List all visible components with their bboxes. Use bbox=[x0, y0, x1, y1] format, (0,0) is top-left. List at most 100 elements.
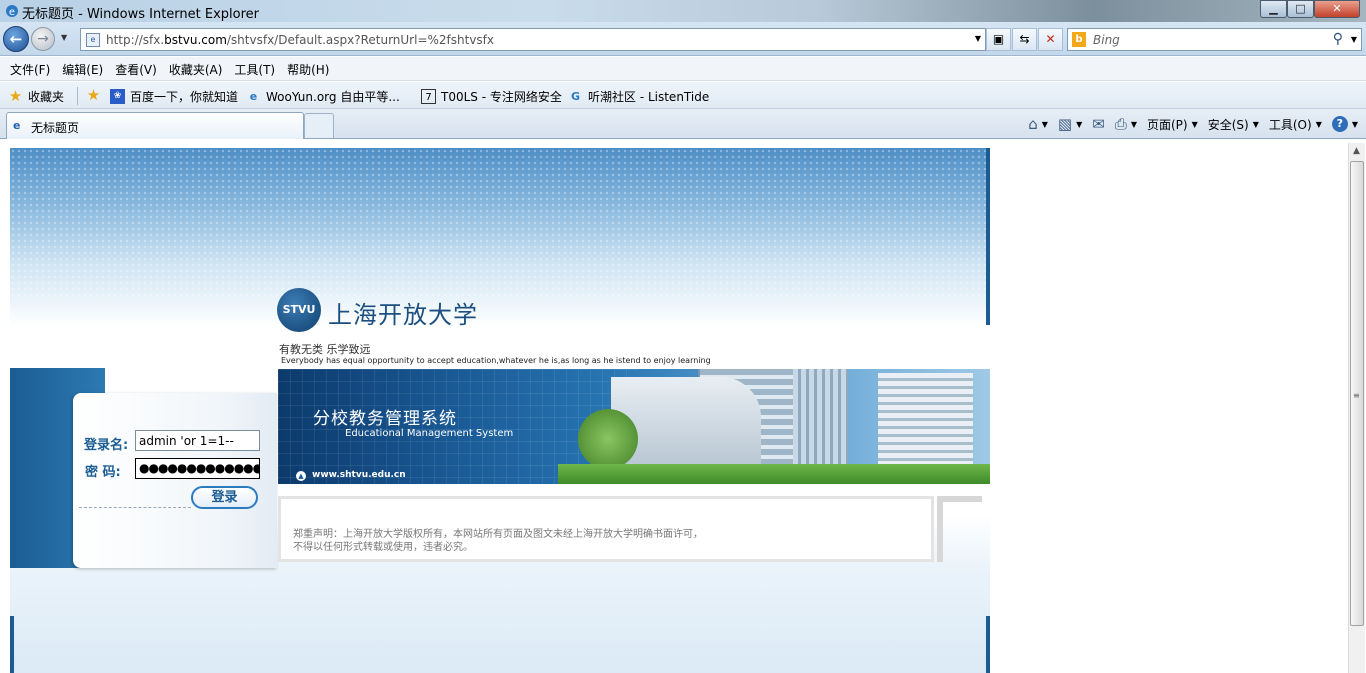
search-dropdown-icon[interactable]: ▼ bbox=[1351, 35, 1357, 44]
school-name: 上海开放大学 bbox=[328, 301, 478, 329]
password-label: 密 码: bbox=[85, 465, 121, 480]
back-icon: ← bbox=[9, 30, 23, 48]
grass-image bbox=[558, 464, 990, 484]
menu-help[interactable]: 帮助(H) bbox=[281, 57, 335, 80]
chevron-down-icon[interactable]: ▼ bbox=[1131, 120, 1137, 129]
building-image bbox=[878, 373, 973, 465]
tools-menu[interactable]: 工具(O) ▼ bbox=[1269, 116, 1322, 133]
navigation-bar: ← → ▼ e http://sfx.bstvu.com/shtvsfx/Def… bbox=[0, 22, 1366, 56]
window-titlebar: e 无标题页 - Windows Internet Explorer ▁ □ ✕ bbox=[0, 0, 1366, 22]
login-form: 登录名: 密 码: ●●●●●●●●●●●●●●●● 登录 bbox=[73, 393, 277, 568]
menu-edit[interactable]: 编辑(E) bbox=[56, 57, 109, 80]
refresh-icon: ⇆ bbox=[1019, 32, 1030, 46]
window-controls: ▁ □ ✕ bbox=[1260, 0, 1360, 18]
svg-text:e: e bbox=[9, 7, 15, 18]
ie-page-icon: e bbox=[249, 90, 258, 103]
system-title: 分校教务管理系统 bbox=[313, 409, 457, 429]
minimize-button[interactable]: ▁ bbox=[1260, 0, 1287, 18]
site-url: www.shtvu.edu.cn bbox=[312, 470, 406, 480]
baidu-icon: ❀ bbox=[110, 89, 125, 104]
refresh-button[interactable]: ⇆ bbox=[1012, 28, 1037, 51]
read-mail-button[interactable]: ✉ bbox=[1092, 115, 1105, 133]
stvu-logo: STVU bbox=[277, 288, 321, 332]
page-icon: e bbox=[86, 33, 100, 47]
address-bar[interactable]: e http://sfx.bstvu.com/shtvsfx/Default.a… bbox=[80, 28, 986, 51]
print-icon: ⎙ bbox=[1114, 115, 1127, 133]
add-favorite-button[interactable]: ★ bbox=[86, 88, 106, 103]
copyright-notice: 郑重声明：上海开放大学版权所有，本网站所有页面及图文未经上海开放大学明确书面许可… bbox=[278, 496, 934, 562]
menu-bar: 文件(F) 编辑(E) 查看(V) 收藏夹(A) 工具(T) 帮助(H) bbox=[0, 57, 1366, 81]
compatibility-icon: ▣ bbox=[992, 32, 1005, 46]
page-menu[interactable]: 页面(P) ▼ bbox=[1147, 116, 1198, 133]
forward-icon: → bbox=[37, 31, 49, 47]
chevron-down-icon: ▼ bbox=[1315, 119, 1322, 129]
window-title: 无标题页 - Windows Internet Explorer bbox=[22, 7, 259, 22]
feeds-button[interactable]: ▧ ▼ bbox=[1058, 115, 1082, 133]
favorite-link-baidu[interactable]: ❀ 百度一下，你就知道 bbox=[110, 88, 238, 105]
menu-tools[interactable]: 工具(T) bbox=[228, 57, 281, 80]
help-icon: ? bbox=[1331, 116, 1348, 132]
history-dropdown-icon[interactable]: ▼ bbox=[61, 33, 67, 42]
vertical-scrollbar[interactable]: ▲ ≡ bbox=[1348, 143, 1365, 673]
mail-icon: ✉ bbox=[1092, 115, 1105, 133]
password-input[interactable]: ●●●●●●●●●●●●●●●● bbox=[135, 458, 260, 479]
maximize-button[interactable]: □ bbox=[1287, 0, 1314, 18]
search-icon[interactable]: ⚲ bbox=[1333, 31, 1343, 47]
bing-icon: b bbox=[1072, 32, 1086, 47]
chevron-down-icon[interactable]: ▼ bbox=[1076, 120, 1082, 129]
favorites-label: 收藏夹 bbox=[28, 90, 65, 104]
login-button[interactable]: 登录 bbox=[191, 486, 258, 509]
back-button[interactable]: ← bbox=[3, 26, 29, 52]
new-tab-button[interactable] bbox=[304, 113, 334, 138]
favorites-button[interactable]: ★ 收藏夹 bbox=[8, 88, 64, 105]
rss-icon: ▧ bbox=[1057, 115, 1073, 133]
left-edge-band-bottom bbox=[10, 616, 14, 673]
address-dropdown-icon[interactable]: ▼ bbox=[975, 34, 981, 43]
scrollbar-grip-icon: ≡ bbox=[1353, 391, 1360, 400]
favorite-link-t00ls[interactable]: 7 T00LS - 专注网络安全 bbox=[421, 88, 562, 105]
notice-line: 不得以任何形式转载或使用，违者必究。 bbox=[293, 542, 473, 553]
system-title-english: Educational Management System bbox=[345, 428, 514, 439]
tab-label: 无标题页 bbox=[31, 121, 80, 135]
favorite-link-listentide[interactable]: G 听潮社区 - ListenTide bbox=[568, 88, 709, 105]
right-edge-band bbox=[986, 148, 990, 325]
motto: 有教无类 乐学致远 bbox=[279, 343, 371, 356]
notice-decoration bbox=[937, 496, 982, 562]
right-edge-band-bottom bbox=[986, 616, 990, 673]
search-placeholder[interactable]: Bing bbox=[1093, 33, 1120, 47]
search-box[interactable]: b Bing ⚲ ▼ bbox=[1067, 28, 1362, 51]
ie-tab-icon: e bbox=[13, 119, 21, 132]
safety-menu[interactable]: 安全(S) ▼ bbox=[1208, 116, 1259, 133]
ie-icon: e bbox=[4, 3, 20, 19]
close-button[interactable]: ✕ bbox=[1314, 0, 1360, 18]
motto-english: Everybody has equal opportunity to accep… bbox=[281, 356, 711, 365]
address-url[interactable]: http://sfx.bstvu.com/shtvsfx/Default.asp… bbox=[106, 33, 494, 47]
add-favorite-icon: ★ bbox=[86, 86, 101, 104]
favorite-link-wooyun[interactable]: e WooYun.org 自由平等... bbox=[246, 88, 400, 105]
menu-favorites[interactable]: 收藏夹(A) bbox=[163, 57, 229, 80]
address-tools: ▣ ⇆ ✕ bbox=[986, 28, 1064, 51]
tab-bar: e 无标题页 ⌂ ▼ ▧ ▼ ✉ ⎙ ▼ 页面(P) ▼ 安全(S) ▼ 工具(O) ▼ ?… bbox=[0, 109, 1366, 139]
chevron-down-icon[interactable]: ▼ bbox=[1042, 120, 1048, 129]
menu-view[interactable]: 查看(V) bbox=[109, 57, 163, 80]
chevron-down-icon: ▼ bbox=[1351, 119, 1358, 129]
divider bbox=[79, 507, 191, 508]
print-button[interactable]: ⎙ ▼ bbox=[1115, 115, 1137, 133]
username-input[interactable] bbox=[135, 430, 260, 451]
arrow-up-icon: ▲ bbox=[296, 471, 306, 481]
home-button[interactable]: ⌂ ▼ bbox=[1028, 115, 1048, 133]
tab-untitled[interactable]: e 无标题页 bbox=[6, 112, 304, 139]
scroll-up-icon[interactable]: ▲ bbox=[1353, 146, 1360, 156]
help-menu[interactable]: ? ▼ bbox=[1331, 116, 1358, 132]
chevron-down-icon: ▼ bbox=[1191, 119, 1198, 129]
t00ls-icon: 7 bbox=[421, 89, 436, 104]
stop-button[interactable]: ✕ bbox=[1038, 28, 1063, 51]
home-icon: ⌂ bbox=[1028, 115, 1038, 133]
command-bar: ⌂ ▼ ▧ ▼ ✉ ⎙ ▼ 页面(P) ▼ 安全(S) ▼ 工具(O) ▼ ? ▼ bbox=[1018, 115, 1358, 133]
background-pattern bbox=[10, 148, 990, 298]
forward-button[interactable]: → bbox=[31, 27, 55, 51]
favorites-separator bbox=[77, 87, 78, 105]
system-banner: 分校教务管理系统 Educational Management System ▲… bbox=[278, 369, 990, 484]
menu-file[interactable]: 文件(F) bbox=[4, 57, 56, 80]
compatibility-button[interactable]: ▣ bbox=[986, 28, 1011, 51]
